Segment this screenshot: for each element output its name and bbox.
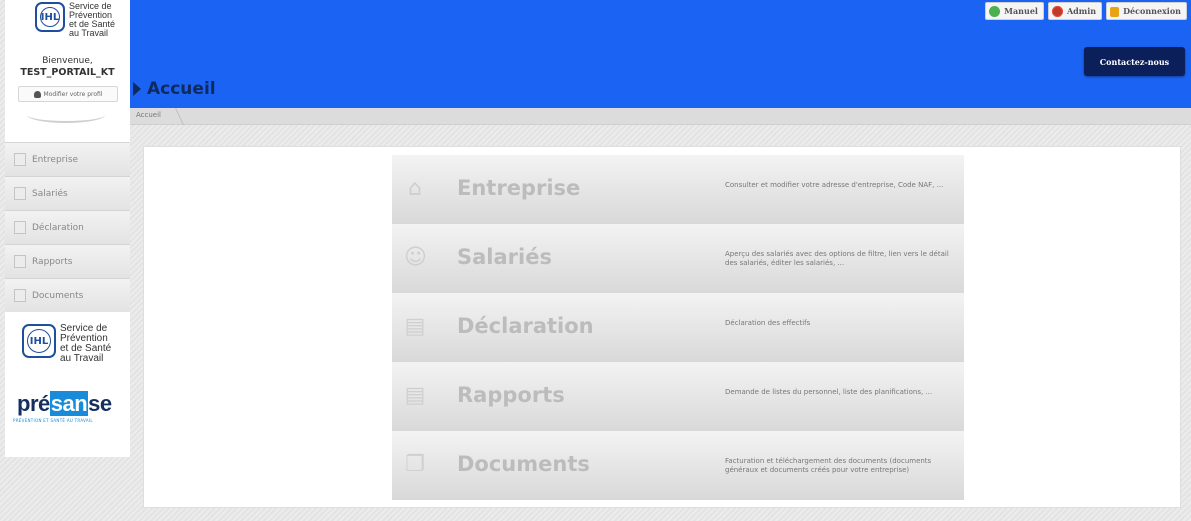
sidebar-item-label: Salariés [32, 188, 68, 199]
edit-profile-button[interactable]: Modifier votre profil [18, 86, 118, 102]
lock-icon [1110, 7, 1120, 17]
logout-link[interactable]: Déconnexion [1106, 2, 1187, 20]
presanse-tagline: PRÉVENTION ET SANTÉ AU TRAVAIL [13, 418, 93, 423]
logout-link-label: Déconnexion [1123, 6, 1181, 16]
documents-icon [14, 289, 26, 302]
logo-text: Service de Prévention et de Santé au Tra… [60, 324, 111, 364]
house-icon: ⌂ [408, 176, 422, 201]
tile-title: Rapports [457, 383, 565, 407]
tile-rapports[interactable]: ▤ Rapports Demande de listes du personne… [392, 362, 964, 431]
breadcrumb-separator [166, 108, 184, 125]
sidebar-item-declaration[interactable]: Déclaration [5, 210, 130, 244]
presanse-logo: présanse [17, 391, 112, 417]
tile-documents[interactable]: ❐ Documents Facturation et téléchargemen… [392, 431, 964, 500]
page-title: Accueil [133, 76, 216, 102]
logo[interactable]: IHL Service de Prévention et de Santé au… [35, 2, 115, 38]
tile-entreprise[interactable]: ⌂ Entreprise Consulter et modifier votre… [392, 155, 964, 224]
tile-title: Déclaration [457, 314, 594, 338]
tile-description: Aperçu des salariés avec des options de … [725, 250, 949, 267]
sidebar-item-salaries[interactable]: Salariés [5, 176, 130, 210]
logo-text: Service de Prévention et de Santé au Tra… [69, 2, 115, 38]
tile-description: Consulter et modifier votre adresse d'en… [725, 181, 944, 189]
sidebar-item-label: Entreprise [32, 154, 79, 165]
sidebar-item-entreprise[interactable]: Entreprise [5, 142, 130, 176]
tile-title: Documents [457, 452, 590, 476]
report-icon [14, 255, 26, 268]
documents-icon: ❐ [405, 452, 425, 477]
presanse-pre: pré [17, 391, 50, 416]
admin-link-label: Admin [1066, 6, 1097, 16]
title-arrow-icon [133, 82, 141, 96]
sidebar-item-label: Déclaration [32, 222, 84, 233]
tile-description: Facturation et téléchargement des docume… [725, 457, 932, 474]
logo-mark-icon: IHL [22, 324, 56, 358]
admin-link[interactable]: Admin [1047, 2, 1103, 20]
sidebar-item-rapports[interactable]: Rapports [5, 244, 130, 278]
tile-description: Déclaration des effectifs [725, 319, 811, 327]
presanse-post: se [88, 391, 112, 416]
page-title-text: Accueil [147, 79, 216, 99]
tile-title: Entreprise [457, 176, 581, 200]
gear-icon [1051, 5, 1063, 17]
sidebar: IHL Service de Prévention et de Santé au… [5, 0, 130, 457]
home-tiles: ⌂ Entreprise Consulter et modifier votre… [392, 155, 964, 500]
document-icon [14, 221, 26, 234]
logo-secondary: IHL Service de Prévention et de Santé au… [22, 324, 111, 364]
manual-link[interactable]: Manuel [985, 2, 1044, 20]
edit-profile-label: Modifier votre profil [43, 90, 103, 98]
tile-declaration[interactable]: ▤ Déclaration Déclaration des effectifs [392, 293, 964, 362]
breadcrumb: Accueil [130, 108, 1191, 125]
sidebar-item-label: Documents [32, 290, 84, 301]
logo-line: au Travail [60, 353, 104, 364]
manual-link-label: Manuel [1004, 6, 1038, 16]
sidebar-nav: Entreprise Salariés Déclaration Rapports… [5, 142, 130, 312]
tile-salaries[interactable]: ☺ Salariés Aperçu des salariés avec des … [392, 224, 964, 293]
sidebar-item-documents[interactable]: Documents [5, 278, 130, 312]
top-links: Manuel Admin Déconnexion [985, 2, 1187, 20]
user-icon [33, 90, 41, 98]
sidebar-divider [27, 107, 105, 123]
people-icon: ☺ [404, 245, 427, 270]
logo-mark-icon: IHL [35, 2, 65, 32]
presanse-highlight: san [49, 391, 89, 416]
tile-description: Demande de listes du personnel, liste de… [725, 388, 933, 396]
document-icon: ▤ [404, 314, 426, 339]
contact-button[interactable]: Contactez-nous [1084, 47, 1185, 76]
building-icon [14, 153, 26, 166]
welcome-greeting: Bienvenue, [42, 56, 93, 66]
help-icon [989, 5, 1001, 17]
user-name: TEST_PORTAIL_KT [20, 67, 115, 78]
breadcrumb-item-home[interactable]: Accueil [136, 111, 161, 119]
tile-title: Salariés [457, 245, 552, 269]
welcome-block: Bienvenue, TEST_PORTAIL_KT [5, 56, 130, 79]
logo-line: au Travail [69, 28, 109, 38]
sidebar-item-label: Rapports [32, 256, 73, 267]
report-icon: ▤ [404, 383, 426, 408]
people-icon [14, 187, 26, 200]
